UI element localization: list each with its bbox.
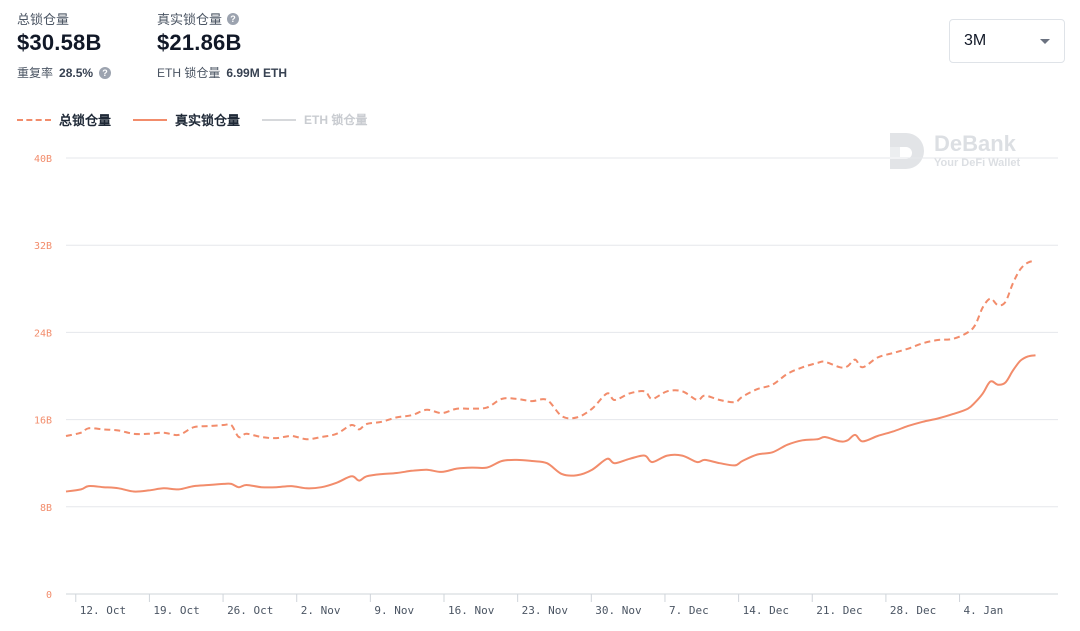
- tvl-line-chart: 0 8B 16B 24B 32B 40B 12. Oct 19. Oct 26. Oct 2. …: [34, 154, 1058, 617]
- series-line-total-tvl: [65, 259, 1036, 441]
- x-axis-ticks: 12. Oct 19. Oct 26. Oct 2. Nov 9. Nov 16. Nov…: [75, 594, 1004, 617]
- series-lines: [65, 259, 1036, 493]
- x-tick-label: 19. Oct: [153, 604, 199, 617]
- y-axis-ticks: 0 8B 16B 24B 32B 40B: [34, 154, 52, 601]
- x-tick-label: 4. Jan: [964, 604, 1004, 617]
- x-tick-label: 7. Dec: [669, 604, 709, 617]
- x-tick-label: 21. Dec: [816, 604, 862, 617]
- x-tick-label: 12. Oct: [80, 604, 126, 617]
- series-line-real-tvl: [65, 354, 1036, 493]
- x-tick-label: 14. Dec: [743, 604, 789, 617]
- x-tick-label: 9. Nov: [374, 604, 414, 617]
- x-tick-label: 26. Oct: [227, 604, 273, 617]
- y-tick-label: 40B: [34, 154, 52, 165]
- y-tick-label: 32B: [34, 241, 52, 252]
- y-tick-label: 24B: [34, 328, 52, 339]
- x-tick-label: 2. Nov: [301, 604, 341, 617]
- x-tick-label: 30. Nov: [595, 604, 642, 617]
- y-tick-label: 0: [46, 590, 52, 601]
- y-tick-label: 16B: [34, 416, 52, 427]
- x-tick-label: 23. Nov: [522, 604, 569, 617]
- x-tick-label: 28. Dec: [890, 604, 936, 617]
- x-tick-label: 16. Nov: [448, 604, 495, 617]
- y-tick-label: 8B: [40, 503, 52, 514]
- grid-lines: [66, 157, 1058, 595]
